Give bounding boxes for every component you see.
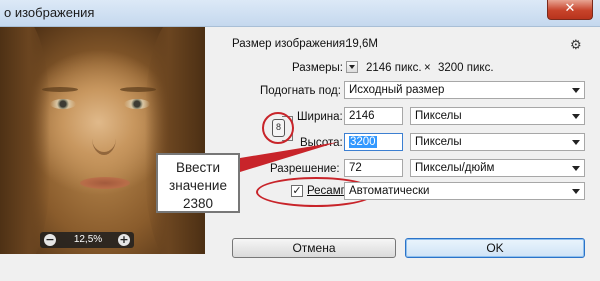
fit-to-dropdown[interactable]: Исходный размер [344,81,585,99]
window-title: о изображения [4,5,95,20]
link-highlight-circle [262,112,294,144]
preview-mouth [80,177,130,189]
height-unit-dropdown[interactable]: Пикселы [410,133,585,151]
ok-button[interactable]: OK [405,238,585,258]
height-unit: Пикселы [415,136,462,148]
resolution-unit: Пикселы/дюйм [415,162,495,174]
preview-nose [92,122,116,155]
fit-to-label: Подогнать под: [260,85,341,97]
resample-method: Автоматически [349,185,430,197]
zoom-in-button[interactable]: + [118,234,130,246]
chevron-down-icon [572,166,580,171]
width-value: 2146 [349,110,375,122]
image-size-dialog: о изображения ✕ − 12,5% + Размер изображ… [0,0,600,281]
zoom-out-button[interactable]: − [44,234,56,246]
width-label-text: Ширина: [297,111,343,123]
preview-hair-right [145,27,205,254]
chevron-down-icon [572,88,580,93]
image-size-label: Размер изображения: [232,38,349,50]
chevron-down-icon [572,140,580,145]
resample-method-dropdown[interactable]: Автоматически [344,182,585,200]
chevron-down-icon [572,114,580,119]
annotation-callout: Ввести значение 2380 [156,153,240,213]
callout-line-1: Ввести [175,160,220,175]
preview-eye-left [50,99,76,109]
dimensions-label: Размеры: [292,62,343,74]
fit-to-value: Исходный размер [349,84,445,96]
preview-brow-right [120,87,156,92]
dimensions-width-value: 2146 пикс. [366,62,422,74]
gear-icon[interactable]: ⚙ [570,37,582,53]
preview-brow-left [42,87,78,92]
resolution-input[interactable]: 72 [344,159,403,177]
width-input[interactable]: 2146 [344,107,403,125]
preview-eye-right [124,99,150,109]
width-unit: Пикселы [415,110,462,122]
close-button[interactable]: ✕ [547,0,593,20]
cancel-button[interactable]: Отмена [232,238,396,258]
resolution-value: 72 [349,162,362,174]
image-size-value: 19,6М [346,38,378,50]
chevron-down-icon [572,189,580,194]
preview-hair-left [0,27,50,254]
dimensions-height-value: 3200 пикс. [438,62,494,74]
image-preview[interactable] [0,27,205,254]
resolution-unit-dropdown[interactable]: Пикселы/дюйм [410,159,585,177]
height-input[interactable]: 3200 [344,133,403,151]
resolution-label: Разрешение: [270,163,340,175]
callout-line-2: значение [169,178,227,193]
preview-zoom-bar: − 12,5% + [40,232,134,248]
callout-line-3: 2380 [182,196,214,211]
dimensions-times: × [424,62,431,74]
width-label: Ширина: [297,111,343,123]
width-unit-dropdown[interactable]: Пикселы [410,107,585,125]
dimensions-units-dropdown[interactable] [346,61,358,73]
title-bar: о изображения ✕ [0,0,600,27]
height-label-text: Высота: [300,137,343,149]
height-label: Высота: [300,137,343,149]
height-value: 3200 [349,136,377,148]
chevron-down-icon [349,65,355,69]
zoom-level: 12,5% [73,234,103,245]
